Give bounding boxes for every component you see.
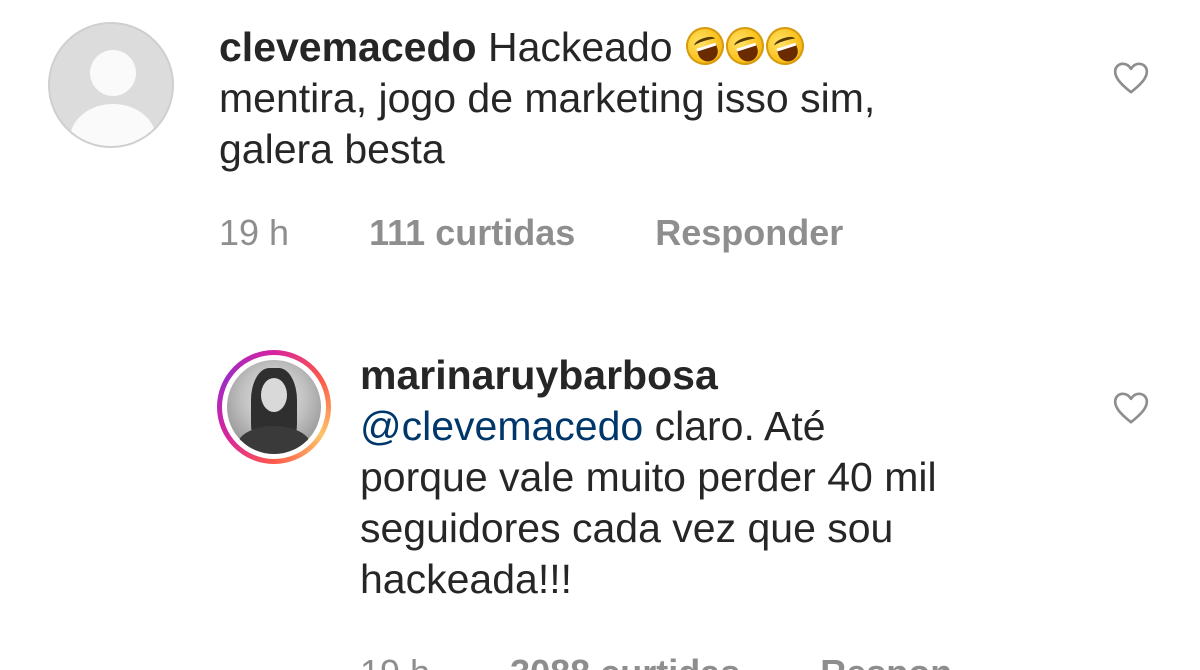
avatar[interactable]	[217, 350, 331, 464]
avatar[interactable]	[48, 22, 174, 148]
comment-item: clevemacedo Hackeado mentira, jogo de ma…	[0, 0, 1200, 300]
comment-likes-count[interactable]: 3088 curtidas	[510, 652, 740, 670]
comment-text: claro. Até	[654, 403, 826, 449]
rolling-laughing-emoji-icon	[681, 22, 729, 70]
comment-text: hackeada!!!	[360, 556, 572, 602]
comment-timestamp: 19 h	[219, 212, 290, 253]
story-ring	[222, 355, 326, 459]
comment-text: seguidores cada vez que sou	[360, 505, 894, 551]
comment-timestamp: 19 h	[360, 652, 430, 670]
comment-meta: 19 h 111 curtidas Responder	[219, 212, 843, 254]
rolling-laughing-emoji-icon	[721, 22, 769, 70]
comment-body: clevemacedo Hackeado mentira, jogo de ma…	[219, 22, 1079, 175]
reply-button[interactable]: Responder	[655, 212, 843, 254]
comment-username[interactable]: clevemacedo	[219, 24, 477, 70]
heart-outline-icon[interactable]	[1111, 58, 1151, 98]
comment-text: porque vale muito perder 40 mil	[360, 454, 937, 500]
heart-outline-icon[interactable]	[1111, 388, 1151, 428]
comment-likes-count[interactable]: 111 curtidas	[369, 212, 575, 254]
comments-thread: clevemacedo Hackeado mentira, jogo de ma…	[0, 0, 1200, 670]
mention-link[interactable]: @clevemacedo	[360, 403, 643, 449]
comment-text: Hackeado	[487, 24, 673, 70]
comment-meta: 19 h 3088 curtidas Respon	[360, 652, 952, 670]
profile-photo	[227, 360, 321, 454]
reply-button[interactable]: Respon	[820, 652, 952, 670]
comment-reply-item: marinaruybarbosa @clevemacedo claro. Até…	[0, 330, 1200, 670]
default-avatar-icon	[90, 50, 136, 96]
comment-text: galera besta	[219, 126, 445, 172]
comment-text: mentira, jogo de marketing isso sim,	[219, 75, 876, 121]
rolling-laughing-emoji-icon	[761, 22, 809, 70]
comment-body: marinaruybarbosa @clevemacedo claro. Até…	[360, 350, 1100, 605]
comment-username[interactable]: marinaruybarbosa	[360, 350, 1100, 401]
